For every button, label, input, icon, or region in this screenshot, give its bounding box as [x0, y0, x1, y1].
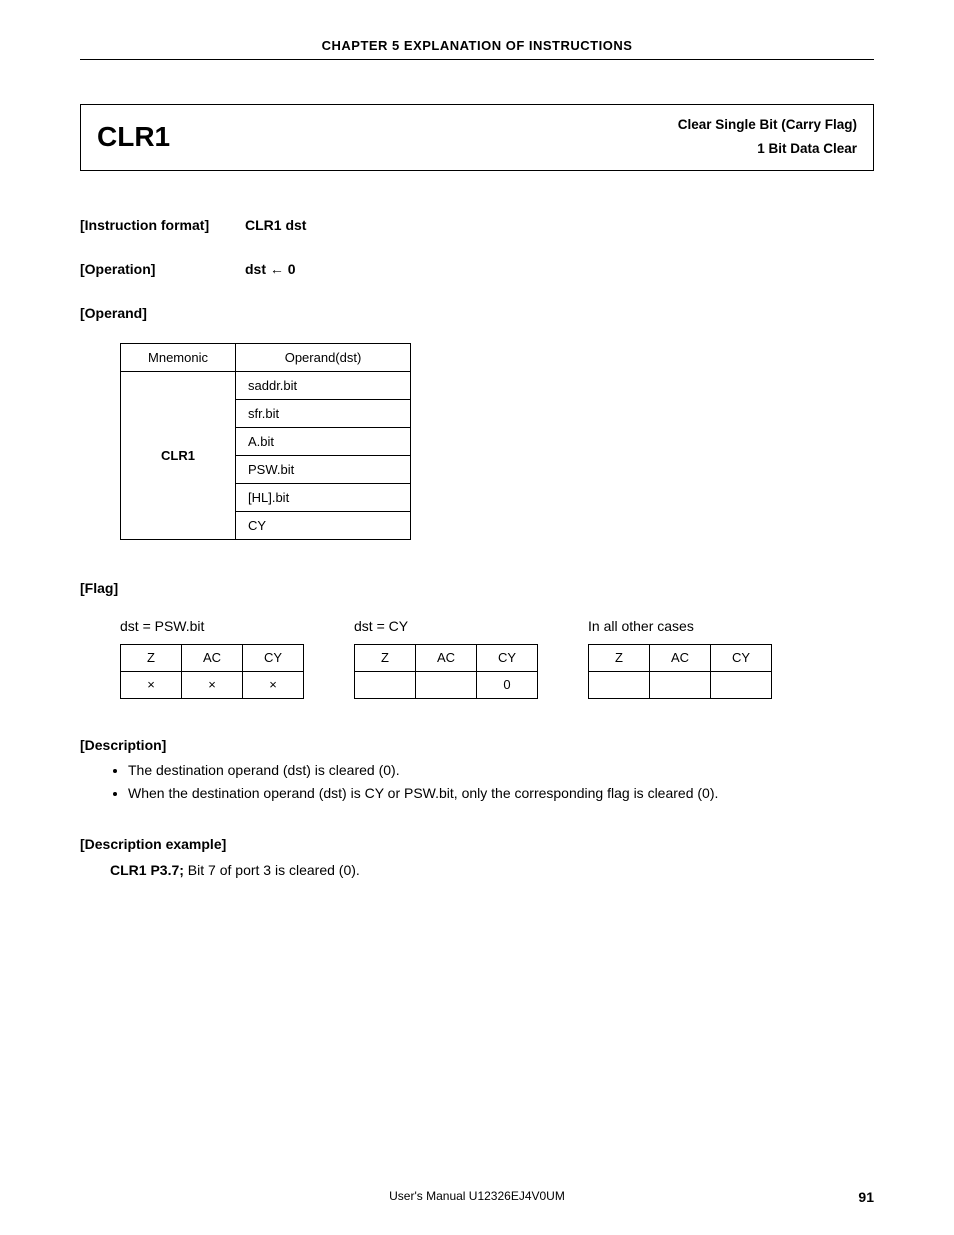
flag-caption: In all other cases	[588, 618, 772, 634]
operand-cell: [HL].bit	[236, 483, 411, 511]
flag-val-ac	[650, 671, 711, 698]
example-text: Bit 7 of port 3 is cleared (0).	[184, 862, 360, 878]
operation-value: dst ← 0	[245, 261, 296, 277]
flag-val-cy: ×	[243, 671, 304, 698]
flag-caption: dst = CY	[354, 618, 538, 634]
flag-table: Z AC CY × × ×	[120, 644, 304, 699]
operand-cell: A.bit	[236, 427, 411, 455]
operand-cell: sfr.bit	[236, 399, 411, 427]
list-item: When the destination operand (dst) is CY…	[128, 782, 874, 806]
instruction-title-right: Clear Single Bit (Carry Flag) 1 Bit Data…	[678, 113, 857, 162]
example-line: CLR1 P3.7; Bit 7 of port 3 is cleared (0…	[110, 862, 874, 878]
flag-val-cy	[711, 671, 772, 698]
table-row: × × ×	[121, 671, 304, 698]
table-row: CLR1 saddr.bit	[121, 371, 411, 399]
list-item: The destination operand (dst) is cleared…	[128, 759, 874, 783]
operation-label: [Operation]	[80, 261, 245, 277]
flag-group-other: In all other cases Z AC CY	[588, 618, 772, 699]
page-footer: User's Manual U12326EJ4V0UM 91	[80, 1189, 874, 1205]
page: CHAPTER 5 EXPLANATION OF INSTRUCTIONS CL…	[0, 0, 954, 1235]
operand-cell: saddr.bit	[236, 371, 411, 399]
flag-col-cy: CY	[711, 644, 772, 671]
flag-section: [Flag] dst = PSW.bit Z AC CY × × ×	[80, 580, 874, 699]
flag-val-z	[355, 671, 416, 698]
flag-table: Z AC CY 0	[354, 644, 538, 699]
operand-label: [Operand]	[80, 305, 874, 321]
flag-val-ac	[416, 671, 477, 698]
page-number: 91	[858, 1189, 874, 1205]
table-row: Z AC CY	[121, 644, 304, 671]
flag-val-cy: 0	[477, 671, 538, 698]
chapter-header: CHAPTER 5 EXPLANATION OF INSTRUCTIONS	[80, 38, 874, 60]
footer-center-text: User's Manual U12326EJ4V0UM	[80, 1189, 874, 1203]
table-row: 0	[355, 671, 538, 698]
flag-col-cy: CY	[477, 644, 538, 671]
table-row: Mnemonic Operand(dst)	[121, 343, 411, 371]
instruction-format-label: [Instruction format]	[80, 217, 245, 233]
operand-header-operand: Operand(dst)	[236, 343, 411, 371]
description-list: The destination operand (dst) is cleared…	[80, 759, 874, 807]
table-row: Z AC CY	[589, 644, 772, 671]
operand-table: Mnemonic Operand(dst) CLR1 saddr.bit sfr…	[120, 343, 411, 540]
flag-col-ac: AC	[650, 644, 711, 671]
flag-group-cy: dst = CY Z AC CY 0	[354, 618, 538, 699]
operand-header-mnemonic: Mnemonic	[121, 343, 236, 371]
instruction-format-value: CLR1 dst	[245, 217, 306, 233]
flag-val-z: ×	[121, 671, 182, 698]
table-row: Z AC CY	[355, 644, 538, 671]
flag-table: Z AC CY	[588, 644, 772, 699]
flag-col-ac: AC	[182, 644, 243, 671]
instruction-title-box: CLR1 Clear Single Bit (Carry Flag) 1 Bit…	[80, 104, 874, 171]
example-label: [Description example]	[80, 836, 874, 852]
flag-label: [Flag]	[80, 580, 874, 596]
flag-caption: dst = PSW.bit	[120, 618, 304, 634]
description-label: [Description]	[80, 737, 874, 753]
operand-cell: CY	[236, 511, 411, 539]
flag-col-cy: CY	[243, 644, 304, 671]
flag-group-pswbit: dst = PSW.bit Z AC CY × × ×	[120, 618, 304, 699]
instruction-mnemonic: CLR1	[97, 121, 170, 153]
flag-col-ac: AC	[416, 644, 477, 671]
flag-row: dst = PSW.bit Z AC CY × × × dst = CY	[120, 618, 874, 699]
instruction-format-row: [Instruction format] CLR1 dst	[80, 217, 874, 233]
instruction-subtitle: 1 Bit Data Clear	[678, 137, 857, 161]
flag-col-z: Z	[355, 644, 416, 671]
flag-col-z: Z	[121, 644, 182, 671]
table-row	[589, 671, 772, 698]
operation-row: [Operation] dst ← 0	[80, 261, 874, 277]
flag-val-ac: ×	[182, 671, 243, 698]
instruction-title: Clear Single Bit (Carry Flag)	[678, 113, 857, 137]
flag-val-z	[589, 671, 650, 698]
operand-mnemonic-cell: CLR1	[121, 371, 236, 539]
flag-col-z: Z	[589, 644, 650, 671]
example-code: CLR1 P3.7;	[110, 862, 184, 878]
operand-cell: PSW.bit	[236, 455, 411, 483]
